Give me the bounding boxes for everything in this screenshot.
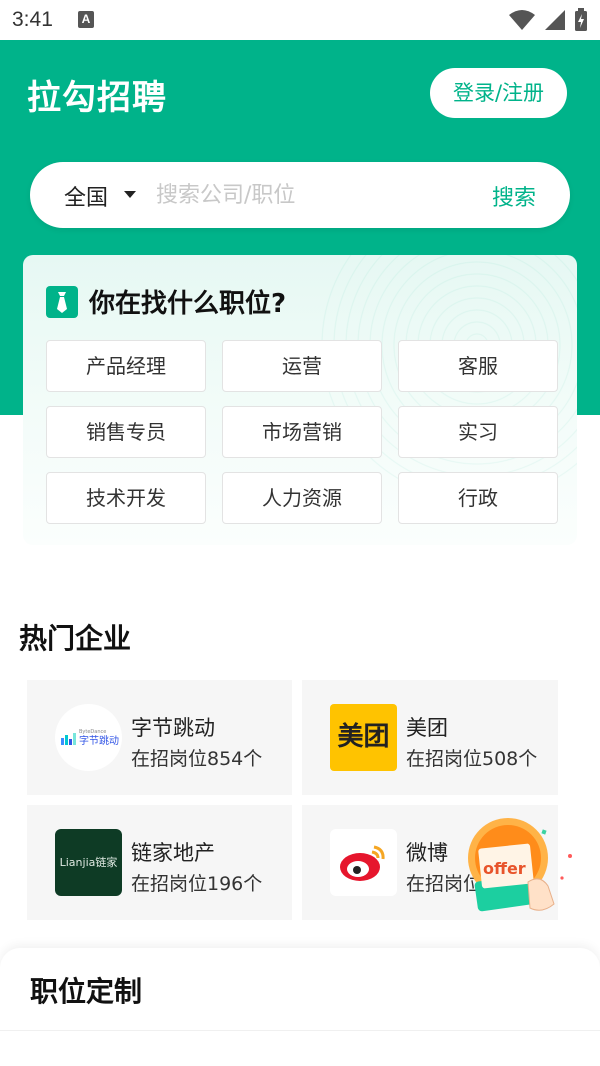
status-time: 3:41 xyxy=(12,8,53,31)
job-tag[interactable]: 实习 xyxy=(398,406,558,458)
company-job-count: 在招岗位196个 xyxy=(131,873,263,895)
job-tag[interactable]: 运营 xyxy=(222,340,382,392)
company-name: 美团 xyxy=(406,716,448,740)
bottom-sheet: 职位定制 xyxy=(0,948,600,1066)
job-customization-title: 职位定制 xyxy=(30,975,143,1008)
company-job-count: 在招岗位508个 xyxy=(406,748,538,770)
wifi-icon xyxy=(509,10,535,30)
job-tag[interactable]: 行政 xyxy=(398,472,558,524)
weibo-logo xyxy=(330,829,397,896)
company-name: 链家地产 xyxy=(131,841,215,865)
region-selector[interactable]: 全国 xyxy=(64,180,108,212)
search-bar: 全国 搜索 xyxy=(30,162,570,228)
lianjia-logo: Lianjia链家 xyxy=(55,829,122,896)
company-name: 字节跳动 xyxy=(131,716,215,740)
divider xyxy=(0,1030,600,1031)
bytedance-logo: ByteDance 字节跳动 xyxy=(55,704,122,771)
company-name: 微博 xyxy=(406,841,448,865)
search-button[interactable]: 搜索 xyxy=(492,180,536,212)
hot-companies-title: 热门企业 xyxy=(19,622,132,655)
bytedance-logo-subtext: ByteDance xyxy=(79,729,106,735)
tie-icon xyxy=(46,285,78,318)
company-card-lianjia[interactable]: Lianjia链家 链家地产 在招岗位196个 xyxy=(27,805,292,920)
job-finder-header: 你在找什么职位? xyxy=(46,283,286,320)
cell-signal-icon xyxy=(545,10,565,30)
offer-label: offer xyxy=(483,859,526,878)
job-tag[interactable]: 销售专员 xyxy=(46,406,206,458)
battery-charging-icon xyxy=(575,8,587,31)
company-card-meituan[interactable]: 美团 美团 在招岗位508个 xyxy=(302,680,558,795)
status-bar: 3:41 A xyxy=(0,0,600,40)
notification-a-icon: A xyxy=(78,11,94,28)
status-icons xyxy=(508,8,588,32)
bytedance-logo-text: 字节跳动 xyxy=(79,734,119,747)
job-tag[interactable]: 市场营销 xyxy=(222,406,382,458)
search-input[interactable] xyxy=(156,176,436,214)
job-tag[interactable]: 人力资源 xyxy=(222,472,382,524)
login-register-button[interactable]: 登录/注册 xyxy=(430,68,567,118)
job-tag[interactable]: 产品经理 xyxy=(46,340,206,392)
job-finder-title: 你在找什么职位? xyxy=(89,289,287,319)
job-tags: 产品经理 运营 客服 销售专员 市场营销 实习 技术开发 人力资源 行政 xyxy=(46,340,558,524)
job-finder-card: 你在找什么职位? 产品经理 运营 客服 销售专员 市场营销 实习 技术开发 人力… xyxy=(23,255,577,545)
offer-floating-button[interactable]: offer xyxy=(466,816,584,916)
company-job-count: 在招岗位854个 xyxy=(131,748,263,770)
caret-down-icon[interactable] xyxy=(124,191,136,198)
company-card-bytedance[interactable]: ByteDance 字节跳动 字节跳动 在招岗位854个 xyxy=(27,680,292,795)
app-logo: 拉勾招聘 xyxy=(27,78,167,118)
job-tag[interactable]: 客服 xyxy=(398,340,558,392)
job-tag[interactable]: 技术开发 xyxy=(46,472,206,524)
meituan-logo: 美团 xyxy=(330,704,397,771)
